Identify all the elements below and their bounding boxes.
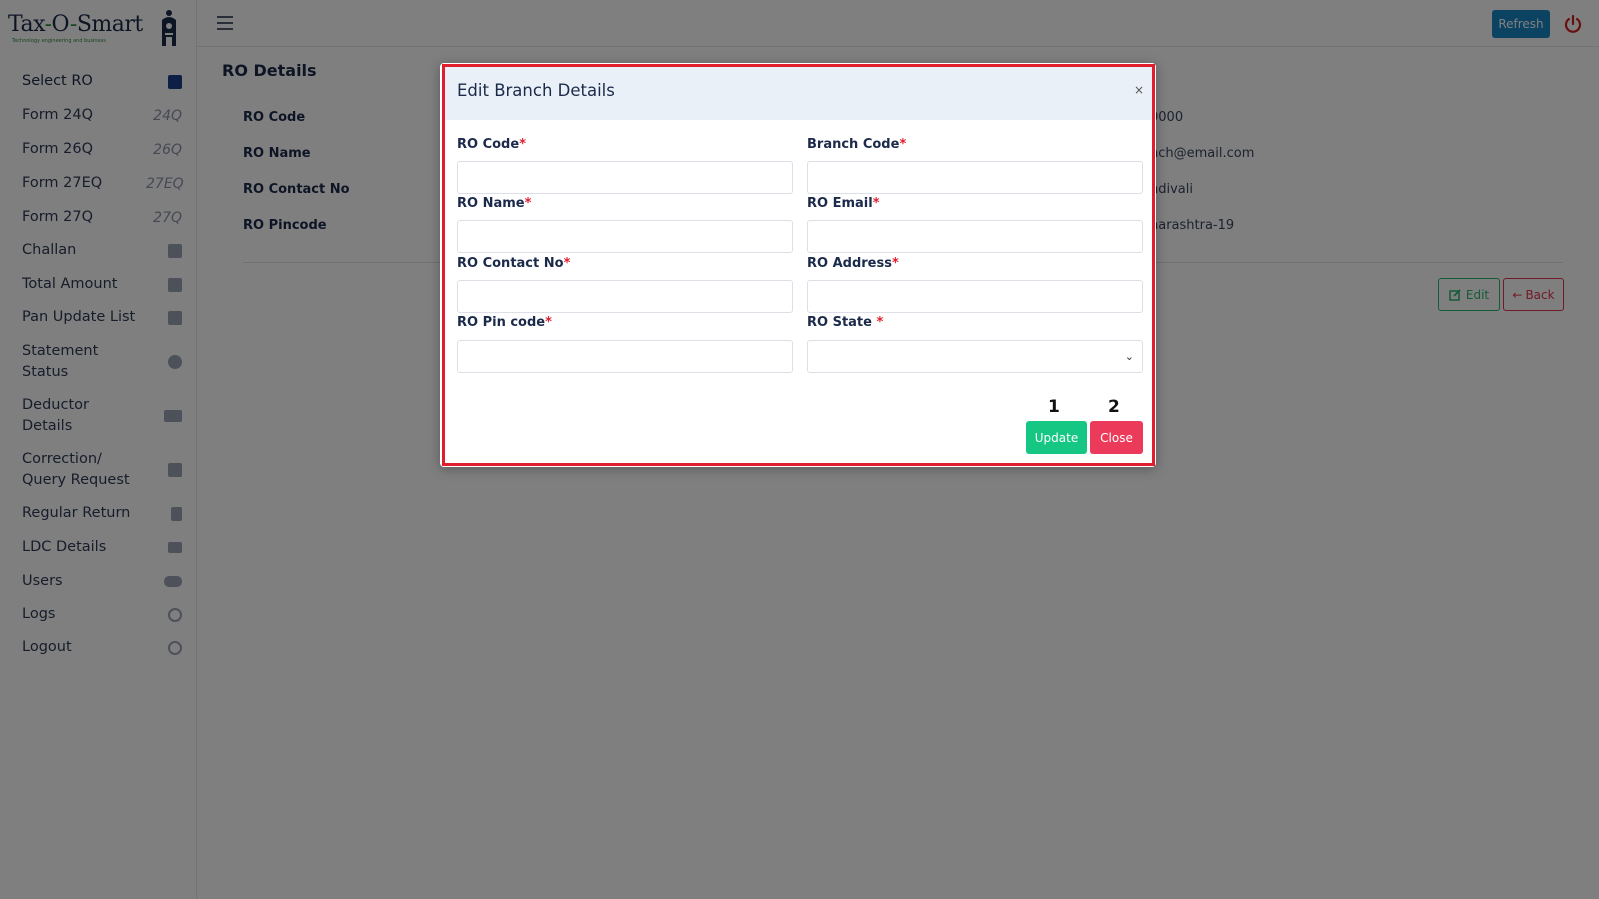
branch-code-label: Branch Code* [807, 137, 907, 152]
ro-code-input[interactable] [457, 161, 793, 194]
ro-email-label: RO Email* [807, 196, 880, 211]
annotation-marker-2: 2 [1108, 397, 1120, 417]
chevron-down-icon: ⌄ [1124, 350, 1134, 363]
ro-state-select[interactable]: ⌄ [807, 340, 1143, 373]
modal-title: Edit Branch Details [457, 81, 615, 100]
ro-pincode-label: RO Pin code* [457, 315, 552, 330]
close-button[interactable]: Close [1090, 421, 1143, 454]
modal-header: Edit Branch Details × [445, 67, 1152, 120]
branch-code-input[interactable] [807, 161, 1143, 194]
ro-name-input[interactable] [457, 220, 793, 253]
ro-state-label: RO State * [807, 315, 884, 330]
ro-name-label: RO Name* [457, 196, 532, 211]
update-button[interactable]: Update [1026, 421, 1087, 454]
ro-address-label: RO Address* [807, 256, 899, 271]
ro-pincode-input[interactable] [457, 340, 793, 373]
annotation-marker-1: 1 [1048, 397, 1060, 417]
ro-contact-input[interactable] [457, 280, 793, 313]
ro-contact-label: RO Contact No* [457, 256, 571, 271]
ro-email-input[interactable] [807, 220, 1143, 253]
ro-code-label: RO Code* [457, 137, 526, 152]
close-icon[interactable]: × [1134, 83, 1144, 97]
ro-address-input[interactable] [807, 280, 1143, 313]
